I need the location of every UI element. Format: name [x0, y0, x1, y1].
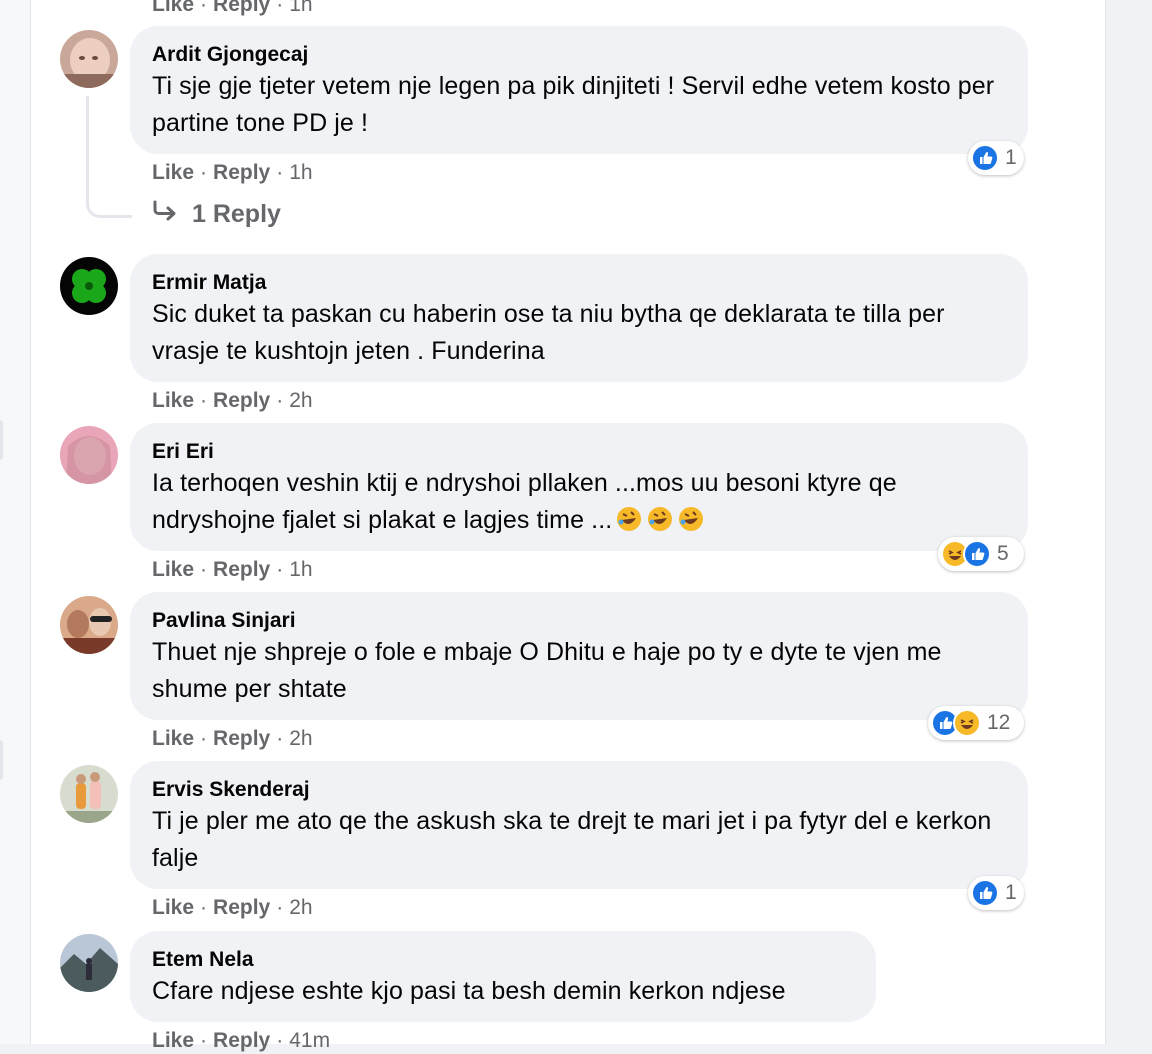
like-link[interactable]: Like [152, 896, 194, 919]
comment-bubble: Etem Nela Cfare ndjese eshte kjo pasi ta… [130, 931, 876, 1022]
reply-link[interactable]: Reply [213, 727, 270, 750]
like-reaction-icon [963, 540, 991, 568]
reaction-summary[interactable]: 1 [968, 141, 1024, 175]
timestamp[interactable]: 2h [289, 727, 312, 750]
comment-author[interactable]: Eri Eri [152, 439, 1006, 465]
timestamp[interactable]: 1h [289, 558, 312, 581]
view-replies-link[interactable]: 1 Reply [152, 200, 281, 229]
comment-meta: Like · Reply · 1h [152, 558, 313, 581]
rolling-on-floor-laughing-emoji [615, 505, 643, 533]
avatar[interactable] [60, 765, 118, 823]
gutter-divider [0, 740, 3, 780]
like-link[interactable]: Like [152, 1029, 194, 1052]
reaction-summary[interactable]: 5 [938, 537, 1024, 571]
comment-bubble: Ervis Skenderaj Ti je pler me ato qe the… [130, 761, 1028, 889]
avatar[interactable] [60, 30, 118, 88]
haha-reaction-icon [953, 709, 981, 737]
rolling-on-floor-laughing-emoji [677, 505, 705, 533]
reaction-count: 5 [997, 542, 1009, 565]
reply-arrow-icon [152, 200, 178, 229]
reply-link[interactable]: Reply [213, 161, 270, 184]
like-reaction-icon [971, 879, 999, 907]
comment-bubble: Eri Eri Ia terhoqen veshin ktij e ndrysh… [130, 423, 1028, 551]
thread-connector [86, 96, 132, 218]
comment-text: Sic duket ta paskan cu haberin ose ta ni… [152, 300, 945, 365]
avatar[interactable] [60, 596, 118, 654]
reaction-count: 12 [987, 711, 1011, 734]
reply-link[interactable]: Reply [213, 558, 270, 581]
timestamp[interactable]: 1h [289, 161, 312, 184]
comment-meta: Like · Reply · 1h [152, 0, 313, 18]
comment-author[interactable]: Ermir Matja [152, 270, 1006, 296]
comment-bubble: Ermir Matja Sic duket ta paskan cu haber… [130, 254, 1028, 382]
reaction-count: 1 [1005, 881, 1017, 904]
comment-author[interactable]: Ardit Gjongecaj [152, 42, 1006, 68]
reply-link[interactable]: Reply [213, 1029, 270, 1052]
comment-bubble: Pavlina Sinjari Thuet nje shpreje o fole… [130, 592, 1028, 720]
reaction-count: 1 [1005, 146, 1017, 169]
comment-text: Ia terhoqen veshin ktij e ndryshoi pllak… [152, 465, 1006, 539]
comment-text: Cfare ndjese eshte kjo pasi ta besh demi… [152, 977, 786, 1005]
timestamp[interactable]: 2h [289, 896, 312, 919]
like-link[interactable]: Like [152, 727, 194, 750]
replies-count-label: 1 Reply [192, 200, 281, 228]
comment-meta: Like · Reply · 2h [152, 389, 313, 412]
comment-author[interactable]: Ervis Skenderaj [152, 777, 1006, 803]
like-link[interactable]: Like [152, 558, 194, 581]
gutter-divider [0, 420, 3, 460]
like-link[interactable]: Like [152, 161, 194, 184]
comment-meta: Like · Reply · 2h [152, 727, 313, 750]
timestamp[interactable]: 2h [289, 389, 312, 412]
comment-author[interactable]: Etem Nela [152, 947, 854, 973]
rolling-on-floor-laughing-emoji [646, 505, 674, 533]
comment-meta: Like · Reply · 2h [152, 896, 313, 919]
timestamp[interactable]: 1h [289, 0, 312, 16]
like-link[interactable]: Like [152, 0, 194, 16]
comment-text: Thuet nje shpreje o fole e mbaje O Dhitu… [152, 638, 942, 703]
comment-meta: Like · Reply · 41m [152, 1029, 331, 1052]
reply-link[interactable]: Reply [213, 0, 270, 16]
comment-bubble: Ardit Gjongecaj Ti sje gje tjeter vetem … [130, 26, 1028, 154]
reaction-summary[interactable]: 12 [928, 706, 1024, 740]
comment-meta: Like · Reply · 1h [152, 161, 313, 184]
timestamp[interactable]: 41m [289, 1029, 330, 1052]
comment-text: Ti je pler me ato qe the askush ska te d… [152, 807, 992, 872]
like-link[interactable]: Like [152, 389, 194, 412]
reply-link[interactable]: Reply [213, 896, 270, 919]
like-reaction-icon [971, 144, 999, 172]
comment-author[interactable]: Pavlina Sinjari [152, 608, 1006, 634]
avatar[interactable] [60, 426, 118, 484]
reply-link[interactable]: Reply [213, 389, 270, 412]
avatar[interactable] [60, 257, 118, 315]
comment-text-body: Ia terhoqen veshin ktij e ndryshoi pllak… [152, 469, 897, 534]
left-gutter [0, 0, 30, 1044]
comment-text: Ti sje gje tjeter vetem nje legen pa pik… [152, 72, 995, 137]
reaction-summary[interactable]: 1 [968, 876, 1024, 910]
avatar[interactable] [60, 934, 118, 992]
